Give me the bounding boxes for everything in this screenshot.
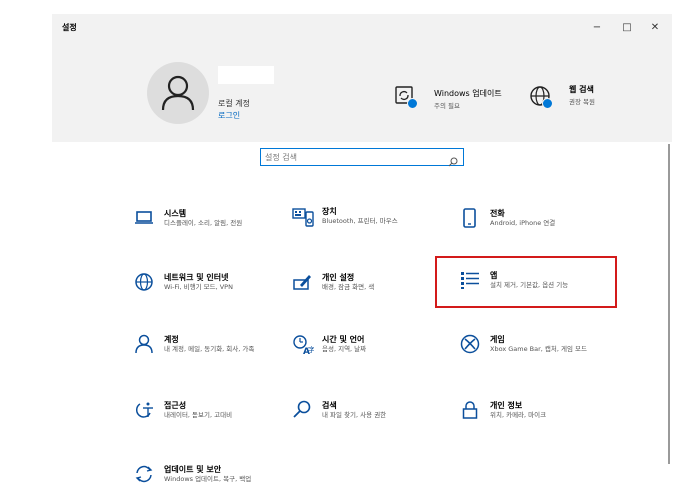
svg-text:字: 字 <box>308 345 314 354</box>
tile-subtitle: 내 파일 찾기, 사용 권한 <box>322 411 387 419</box>
tile-title: 장치 <box>322 207 337 216</box>
tile-subtitle: Windows 업데이트, 복구, 백업 <box>164 475 252 483</box>
lock-icon <box>460 400 480 420</box>
search-icon <box>448 152 458 171</box>
title-bar: 설정 − □ ✕ <box>52 14 672 44</box>
tile-accounts[interactable]: 계정 내 계정, 메일, 동기화, 회사, 가족 <box>134 334 314 380</box>
tile-gaming[interactable]: 게임 Xbox Game Bar, 캡처, 게임 모드 <box>460 334 640 380</box>
person-icon <box>134 334 154 354</box>
laptop-icon <box>134 208 154 228</box>
tile-subtitle: Wi-Fi, 비행기 모드, VPN <box>164 283 233 291</box>
tile-subtitle: 위치, 카메라, 마이크 <box>490 411 547 419</box>
web-search-subtitle: 권장 복원 <box>569 98 595 106</box>
tile-subtitle: 배경, 잠금 화면, 색 <box>322 283 375 291</box>
tile-subtitle: 음성, 지역, 날짜 <box>322 345 367 353</box>
account-name-field <box>218 66 274 84</box>
tile-subtitle: 디스플레이, 소리, 알림, 전원 <box>164 219 243 227</box>
tile-privacy[interactable]: 개인 정보 위치, 카메라, 마이크 <box>460 400 640 446</box>
account-type-label: 로컬 계정 <box>218 99 250 108</box>
search-icon <box>292 400 312 420</box>
maximize-button[interactable]: □ <box>616 20 638 36</box>
tile-subtitle: 내 계정, 메일, 동기화, 회사, 가족 <box>164 345 255 353</box>
tile-search[interactable]: 검색 내 파일 찾기, 사용 권한 <box>292 400 472 446</box>
settings-window: 설정 − □ ✕ 로컬 계정 로그인 Windows 업데이트 주의 필요 웹 … <box>52 14 672 502</box>
minimize-button[interactable]: − <box>586 20 608 36</box>
windows-update-subtitle: 주의 필요 <box>434 102 460 110</box>
tile-title: 검색 <box>322 401 337 410</box>
web-search-badge <box>542 98 553 109</box>
tile-subtitle: Android, iPhone 연결 <box>490 219 556 227</box>
sync-icon <box>134 464 154 484</box>
close-button[interactable]: ✕ <box>644 20 666 36</box>
globe-icon <box>134 272 154 292</box>
tile-title: 업데이트 및 보안 <box>164 465 222 474</box>
web-search-title: 웹 검색 <box>569 85 594 94</box>
tile-title: 게임 <box>490 335 505 344</box>
tile-devices[interactable]: 장치 Bluetooth, 프린터, 마우스 <box>292 206 472 252</box>
settings-search-input[interactable]: 설정 검색 <box>260 148 464 167</box>
tile-accessibility[interactable]: 접근성 내레이터, 돋보기, 고대비 <box>134 400 314 446</box>
search-placeholder: 설정 검색 <box>265 153 297 162</box>
tile-title: 네트워크 및 인터넷 <box>164 273 229 282</box>
tile-title: 시간 및 언어 <box>322 335 365 344</box>
avatar[interactable] <box>147 62 209 124</box>
keyboard-speaker-icon <box>292 206 314 227</box>
tile-title: 접근성 <box>164 401 187 410</box>
window-title: 설정 <box>62 23 77 32</box>
tile-title: 전화 <box>490 209 505 218</box>
account-header: 로컬 계정 로그인 Windows 업데이트 주의 필요 웹 검색 권장 복원 <box>52 44 672 142</box>
tile-title: 개인 설정 <box>322 273 355 282</box>
signin-link[interactable]: 로그인 <box>218 110 240 121</box>
time-language-icon: A字 <box>292 334 315 357</box>
tile-subtitle: 내레이터, 돋보기, 고대비 <box>164 411 233 419</box>
tile-title: 시스템 <box>164 209 187 218</box>
phone-icon <box>460 208 480 228</box>
tile-title: 개인 정보 <box>490 401 523 410</box>
scrollbar[interactable] <box>668 144 670 464</box>
xbox-icon <box>460 334 480 354</box>
tile-network[interactable]: 네트워크 및 인터넷 Wi-Fi, 비행기 모드, VPN <box>134 272 314 318</box>
tile-title: 계정 <box>164 335 179 344</box>
tile-subtitle: Bluetooth, 프린터, 마우스 <box>322 217 398 225</box>
accessibility-icon <box>134 400 154 420</box>
apps-highlight-box <box>435 256 617 308</box>
tile-system[interactable]: 시스템 디스플레이, 소리, 알림, 전원 <box>134 208 314 254</box>
paint-icon <box>292 272 312 292</box>
person-icon <box>161 75 195 111</box>
windows-update-title: Windows 업데이트 <box>434 89 502 98</box>
tile-subtitle: Xbox Game Bar, 캡처, 게임 모드 <box>490 345 588 353</box>
update-alert-badge <box>407 98 418 109</box>
tile-phone[interactable]: 전화 Android, iPhone 연결 <box>460 208 640 254</box>
tile-time-language[interactable]: A字 시간 및 언어 음성, 지역, 날짜 <box>292 334 472 380</box>
tile-update-security[interactable]: 업데이트 및 보안 Windows 업데이트, 복구, 백업 <box>134 464 314 502</box>
